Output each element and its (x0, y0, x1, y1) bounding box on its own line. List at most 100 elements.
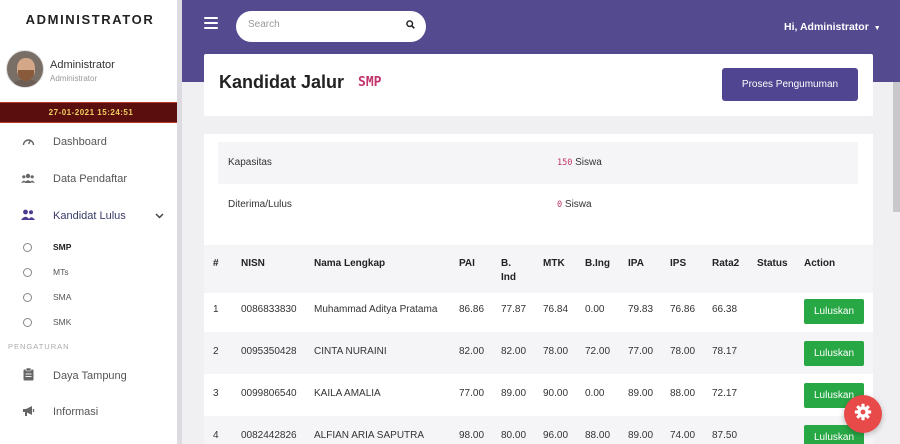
luluskan-button[interactable]: Luluskan (804, 341, 864, 366)
section-label-pengaturan: PENGATURAN (8, 342, 70, 351)
cell-bing: 72.00 (585, 346, 611, 357)
cell-ipa: 77.00 (628, 346, 654, 357)
main-card: Kapasitas 150 Siswa Diterima/Lulus 0 Sis… (204, 134, 873, 444)
luluskan-button[interactable]: Luluskan (804, 299, 864, 324)
search-icon[interactable] (406, 20, 415, 32)
sidebar-item-data-pendaftar[interactable]: Data Pendaftar (0, 164, 177, 194)
column-header: IPS (670, 258, 687, 269)
cell-mtk: 96.00 (543, 430, 569, 441)
megaphone-icon (20, 405, 36, 420)
title-card: Kandidat Jalur SMP Proses Pengumuman (204, 54, 873, 116)
sidebar-subitem-label: SMA (53, 292, 72, 302)
sidebar-item-label: Informasi (53, 406, 99, 418)
clipboard-icon (20, 367, 36, 384)
cell-no: 2 (213, 346, 219, 357)
cell-ips: 78.00 (670, 346, 696, 357)
kapasitas-unit: Siswa (575, 157, 602, 168)
chevron-down-icon (155, 211, 164, 221)
table-row: 4 0082442826 ALFIAN ARIA SAPUTRA 98.00 8… (204, 416, 873, 444)
cell-nisn: 0099806540 (241, 388, 297, 399)
cell-nama: CINTA NURAINI (314, 346, 387, 357)
cell-mtk: 90.00 (543, 388, 569, 399)
table-row: 1 0086833830 Muhammad Aditya Pratama 86.… (204, 290, 873, 332)
sidebar-user-name: Administrator (50, 59, 115, 71)
cell-pai: 98.00 (459, 430, 485, 441)
avatar[interactable] (6, 50, 44, 88)
cell-ips: 76.86 (670, 304, 696, 315)
page-scrollbar[interactable] (893, 82, 900, 212)
brand-title: ADMINISTRATOR (25, 12, 155, 27)
cell-bing: 88.00 (585, 430, 611, 441)
column-header: Action (804, 258, 836, 269)
table-row: 2 0095350428 CINTA NURAINI 82.00 82.00 7… (204, 332, 873, 374)
cell-mtk: 78.00 (543, 346, 569, 357)
dashboard-gauge-icon (20, 135, 36, 149)
diterima-unit: Siswa (564, 199, 592, 210)
radio-circle-icon (23, 292, 32, 302)
cell-nisn: 0082442826 (241, 430, 297, 441)
settings-fab-button[interactable] (844, 395, 882, 433)
cell-bind: 77.87 (501, 304, 527, 315)
cell-pai: 82.00 (459, 346, 485, 357)
sidebar-subitem-label: SMK (53, 317, 72, 327)
user-group-icon (20, 209, 36, 223)
sidebar-subitem-mts[interactable]: MTs (0, 262, 177, 282)
radio-circle-icon (23, 317, 32, 327)
cell-rata2: 87.50 (712, 430, 738, 441)
kapasitas-value: 150 (557, 158, 573, 168)
users-icon (20, 172, 36, 186)
search-box (236, 11, 426, 42)
cell-nisn: 0095350428 (241, 346, 297, 357)
column-header: NISN (241, 258, 265, 269)
proses-pengumuman-button[interactable]: Proses Pengumuman (722, 68, 858, 101)
sidebar: ADMINISTRATOR Administrator Administrato… (0, 0, 182, 444)
cell-bind: 80.00 (501, 430, 527, 441)
sidebar-item-label: Daya Tampung (53, 370, 127, 382)
cell-bing: 0.00 (585, 304, 605, 315)
caret-down-icon: ▼ (873, 25, 881, 32)
sidebar-item-informasi[interactable]: Informasi (0, 397, 177, 427)
column-header: # (213, 258, 219, 269)
sidebar-item-label: Kandidat Lulus (53, 210, 126, 222)
gear-icon (854, 403, 872, 426)
sidebar-item-label: Dashboard (53, 136, 107, 148)
cell-ipa: 89.00 (628, 430, 654, 441)
cell-bind: 89.00 (501, 388, 527, 399)
cell-nama: KAILA AMALIA (314, 388, 381, 399)
cell-mtk: 76.84 (543, 304, 569, 315)
cell-rata2: 78.17 (712, 346, 738, 357)
diterima-value: 0 (557, 200, 563, 210)
hamburger-menu-icon[interactable] (204, 17, 218, 32)
table-header: # NISN Nama Lengkap PAI B. Ind MTK B.Ing… (204, 245, 873, 293)
column-header: PAI (459, 258, 475, 269)
sidebar-subitem-smp[interactable]: SMP (0, 237, 177, 257)
sidebar-subitem-label: SMP (53, 242, 72, 252)
sidebar-subitem-smk[interactable]: SMK (0, 312, 177, 332)
sidebar-item-dashboard[interactable]: Dashboard (0, 127, 177, 157)
diterima-label: Diterima/Lulus (228, 199, 292, 210)
column-header: B. Ind (501, 258, 516, 283)
diterima-row: Diterima/Lulus 0 Siswa (218, 184, 858, 226)
column-header: Rata2 (712, 258, 740, 269)
sidebar-item-kandidat-lulus[interactable]: Kandidat Lulus (0, 201, 177, 231)
kapasitas-label: Kapasitas (228, 157, 272, 168)
cell-nisn: 0086833830 (241, 304, 297, 315)
page-subtitle: SMP (358, 75, 382, 90)
column-header: B.Ing (585, 258, 610, 269)
user-menu-dropdown[interactable]: Hi, Administrator ▼ (784, 21, 881, 33)
cell-no: 3 (213, 388, 219, 399)
sidebar-item-daya-tampung[interactable]: Daya Tampung (0, 361, 177, 391)
cell-rata2: 66.38 (712, 304, 738, 315)
radio-circle-icon (23, 267, 32, 277)
sidebar-user-role: Administrator (50, 74, 98, 83)
kapasitas-value-group: 150 Siswa (557, 157, 602, 168)
cell-pai: 77.00 (459, 388, 485, 399)
cell-bind: 82.00 (501, 346, 527, 357)
cell-ips: 74.00 (670, 430, 696, 441)
table-row: 3 0099806540 KAILA AMALIA 77.00 89.00 90… (204, 374, 873, 416)
cell-rata2: 72.17 (712, 388, 738, 399)
sidebar-subitem-sma[interactable]: SMA (0, 287, 177, 307)
cell-nama: ALFIAN ARIA SAPUTRA (314, 430, 425, 441)
page-title: Kandidat Jalur (219, 72, 345, 92)
search-input[interactable] (248, 19, 398, 30)
